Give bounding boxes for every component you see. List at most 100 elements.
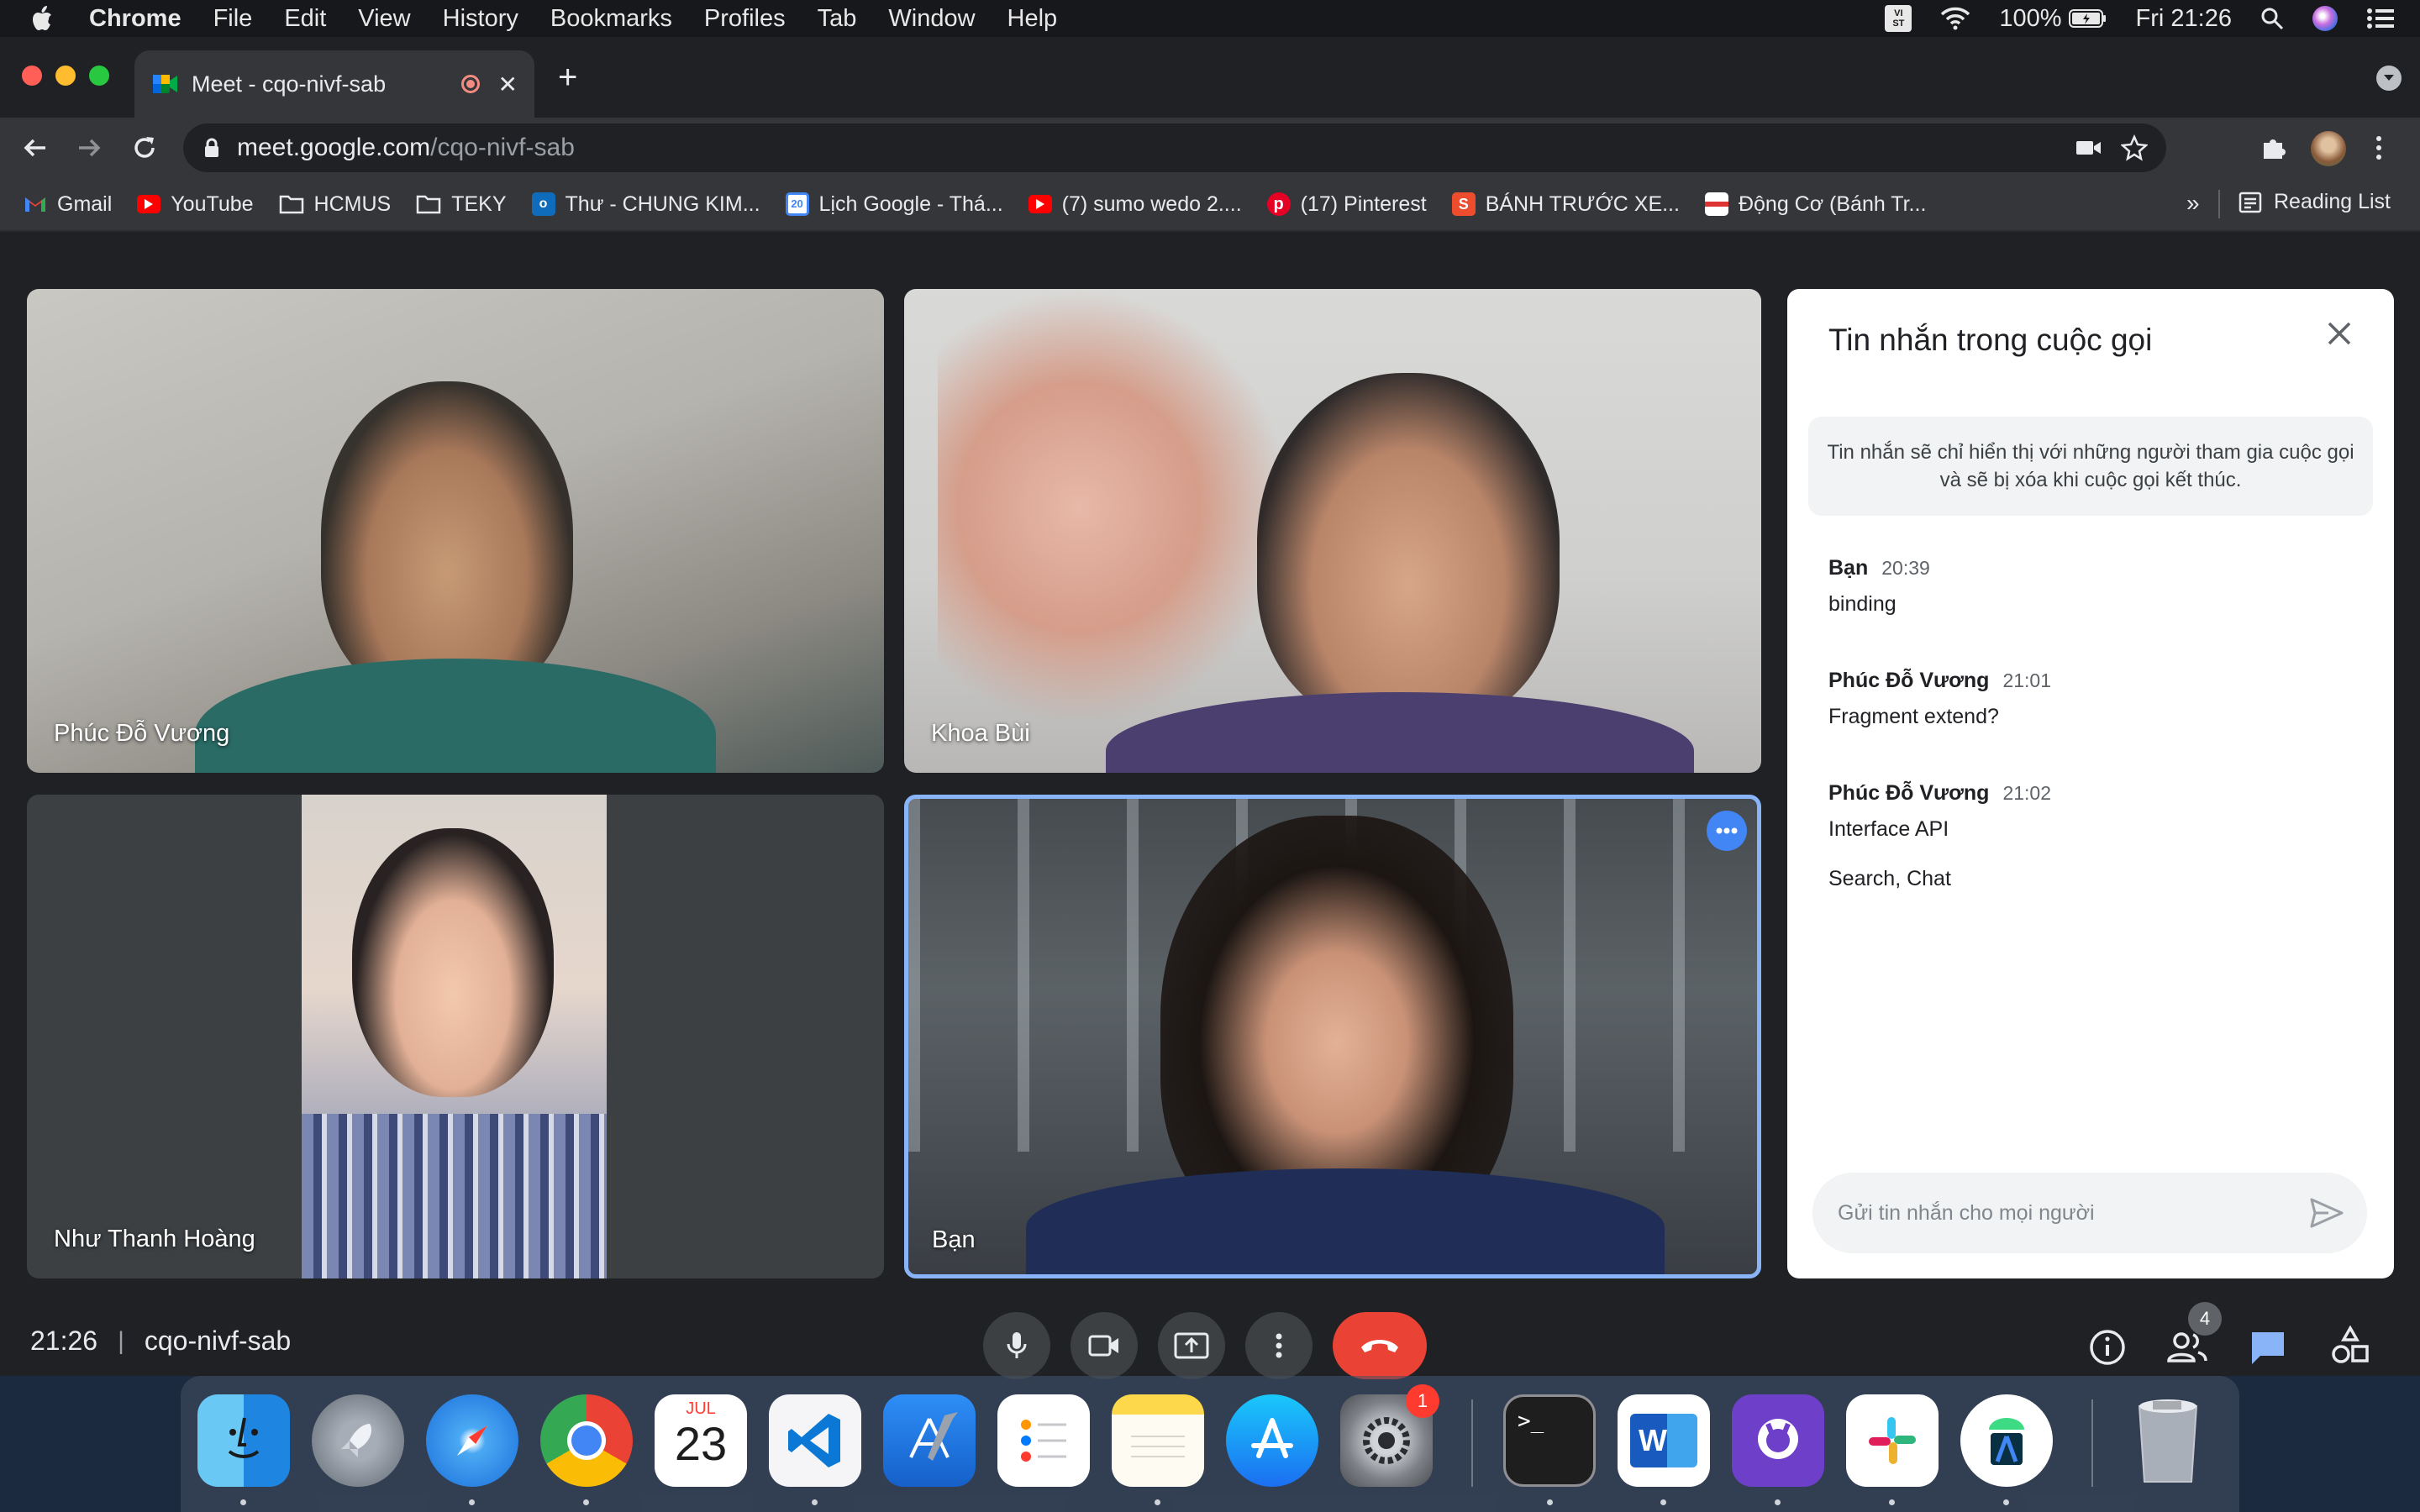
menu-file[interactable]: File <box>213 5 253 33</box>
reload-icon[interactable] <box>131 134 158 161</box>
bookmarks-overflow-icon[interactable]: » <box>2186 190 2200 217</box>
lock-icon[interactable] <box>203 138 220 158</box>
vscode-icon[interactable] <box>769 1394 861 1505</box>
github-desktop-icon[interactable] <box>1732 1394 1824 1505</box>
menu-tab[interactable]: Tab <box>818 5 857 33</box>
reading-list-button[interactable]: Reading List <box>2238 190 2391 214</box>
spotlight-search-icon[interactable] <box>2260 7 2284 30</box>
battery-percent: 100% <box>1999 4 2062 32</box>
chat-toggle-icon[interactable] <box>2249 1329 2287 1366</box>
input-source-icon[interactable]: VI ST <box>1885 5 1912 32</box>
trash-icon[interactable] <box>2122 1394 2214 1487</box>
tab-search-icon[interactable] <box>2376 66 2402 91</box>
window-close-button[interactable] <box>22 66 42 86</box>
android-studio-icon[interactable] <box>1960 1394 2053 1505</box>
camera-button[interactable] <box>1071 1312 1138 1379</box>
bookmark-gmail[interactable]: Gmail <box>24 192 112 217</box>
siri-icon[interactable] <box>2312 6 2338 31</box>
dock-divider <box>1471 1399 1473 1487</box>
participant-options-button[interactable] <box>1707 811 1747 851</box>
message-text: binding <box>1828 592 1897 616</box>
slack-icon[interactable] <box>1846 1394 1939 1505</box>
extensions-puzzle-icon[interactable] <box>2260 134 2287 161</box>
more-horizontal-icon <box>1716 827 1738 834</box>
tab-meet[interactable]: Meet - cqo-nivf-sab ✕ <box>134 50 534 118</box>
bookmark-outlook[interactable]: o Thư - CHUNG KIM... <box>531 192 760 217</box>
control-center-icon[interactable] <box>2366 8 2395 29</box>
participant-tile-khoa[interactable]: Khoa Bùi <box>904 289 1761 773</box>
pinterest-icon: p <box>1266 192 1291 216</box>
bookmarks-bar: Gmail YouTube HCMUS TEKY o Thư - CHUNG K… <box>0 178 2420 232</box>
participant-tile-phuc[interactable]: Phúc Đỗ Vương <box>27 289 884 773</box>
bookmark-star-icon[interactable] <box>2121 134 2148 161</box>
shopee-icon: S <box>1451 192 1476 216</box>
chat-notice: Tin nhắn sẽ chỉ hiển thị với những người… <box>1808 417 2373 516</box>
window-minimize-button[interactable] <box>55 66 76 86</box>
menu-help[interactable]: Help <box>1007 5 1058 33</box>
participant-tile-nhu[interactable]: Như Thanh Hoàng <box>27 795 884 1278</box>
safari-icon[interactable] <box>426 1394 518 1505</box>
camera-in-use-icon[interactable] <box>2075 138 2102 158</box>
bookmark-label: Động Cơ (Bánh Tr... <box>1738 192 1927 216</box>
bookmark-teky[interactable]: TEKY <box>416 192 507 217</box>
back-icon[interactable] <box>22 134 49 161</box>
launchpad-icon[interactable] <box>312 1394 404 1487</box>
system-preferences-icon[interactable]: 1 <box>1340 1384 1439 1487</box>
participant-shirt-phuc <box>195 659 716 773</box>
folder-icon <box>416 194 441 214</box>
bookmark-youtube-sumo[interactable]: (7) sumo wedo 2.... <box>1028 192 1242 217</box>
people-button[interactable]: 4 <box>2166 1302 2222 1371</box>
participant-tile-self[interactable]: Bạn <box>904 795 1761 1278</box>
reading-list-icon <box>2238 192 2262 213</box>
menu-bookmarks[interactable]: Bookmarks <box>550 5 672 33</box>
bookmark-label: Thư - CHUNG KIM... <box>565 192 760 216</box>
present-screen-button[interactable] <box>1158 1312 1225 1379</box>
chat-input[interactable]: Gửi tin nhắn cho mọi người <box>1812 1173 2367 1253</box>
menu-view[interactable]: View <box>358 5 410 33</box>
bookmark-hcmus[interactable]: HCMUS <box>279 192 391 217</box>
message-text: Fragment extend? <box>1828 705 1999 728</box>
apple-menu-icon[interactable] <box>32 5 55 32</box>
microsoft-word-icon[interactable]: W <box>1618 1394 1710 1505</box>
address-bar[interactable]: meet.google.com/cqo-nivf-sab <box>183 123 2166 172</box>
new-tab-icon[interactable]: + <box>558 60 577 94</box>
menu-app-name[interactable]: Chrome <box>89 5 182 33</box>
bookmark-youtube[interactable]: YouTube <box>137 192 254 217</box>
menu-history[interactable]: History <box>443 5 518 33</box>
bookmark-google-calendar[interactable]: 20 Lịch Google - Thá... <box>785 192 1003 217</box>
bookmark-shopee[interactable]: S BÁNH TRƯỚC XE... <box>1451 192 1680 217</box>
notes-icon[interactable] <box>1112 1394 1204 1505</box>
microphone-button[interactable] <box>983 1312 1050 1379</box>
profile-avatar[interactable] <box>2311 131 2346 166</box>
xcode-icon[interactable] <box>883 1394 976 1487</box>
window-zoom-button[interactable] <box>89 66 109 86</box>
send-icon[interactable] <box>2310 1198 2344 1228</box>
word-letter: W <box>1639 1423 1667 1457</box>
meeting-details-icon[interactable] <box>2089 1329 2126 1366</box>
meeting-code[interactable]: cqo-nivf-sab <box>145 1326 291 1357</box>
menu-window[interactable]: Window <box>888 5 975 33</box>
reminders-icon[interactable] <box>997 1394 1090 1487</box>
wifi-icon[interactable] <box>1940 7 1970 30</box>
finder-icon[interactable] <box>197 1394 290 1505</box>
activities-icon[interactable] <box>2331 1326 2370 1366</box>
more-options-button[interactable] <box>1245 1312 1313 1379</box>
menu-profiles[interactable]: Profiles <box>704 5 786 33</box>
calendar-app-icon[interactable]: JUL 23 <box>655 1394 747 1487</box>
menu-edit[interactable]: Edit <box>284 5 326 33</box>
chat-panel: Tin nhắn trong cuộc gọi Tin nhắn sẽ chỉ … <box>1787 289 2394 1278</box>
chrome-icon[interactable] <box>540 1394 633 1505</box>
participant-name: Phúc Đỗ Vương <box>54 720 230 747</box>
leave-call-button[interactable] <box>1333 1312 1427 1379</box>
tab-close-icon[interactable]: ✕ <box>498 71 518 98</box>
chat-message: Phúc Đỗ Vương 21:01 Fragment extend? <box>1828 669 2051 729</box>
terminal-icon[interactable]: >_ <box>1503 1394 1596 1505</box>
chrome-menu-icon[interactable] <box>2375 134 2383 161</box>
bookmark-pinterest[interactable]: p (17) Pinterest <box>1266 192 1427 217</box>
bookmark-dong-co[interactable]: Động Cơ (Bánh Tr... <box>1704 192 1927 217</box>
forward-icon[interactable] <box>76 134 103 161</box>
app-store-icon[interactable] <box>1226 1394 1318 1487</box>
close-chat-icon[interactable] <box>2327 321 2364 358</box>
menubar-clock[interactable]: Fri 21:26 <box>2136 5 2232 33</box>
battery-status[interactable]: 100% <box>1999 5 2107 33</box>
